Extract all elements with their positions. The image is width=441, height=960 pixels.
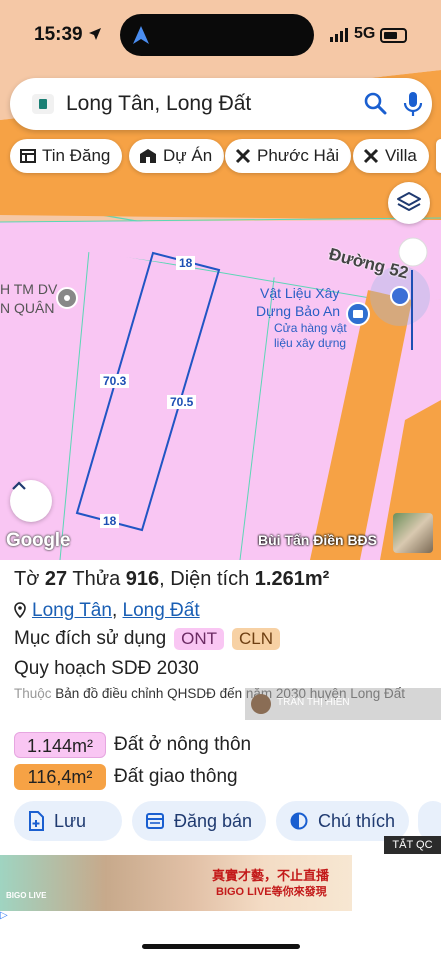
chip-du-an[interactable]: Dự Án [129,139,225,173]
chevron-up-icon [12,481,26,490]
chip-label: Tin Đăng [42,146,111,165]
list-icon [20,149,36,163]
poi-sub-2: liệu xây dựng [274,336,347,350]
legend-button[interactable]: Chú thích [276,801,409,841]
chip-tin-dang[interactable]: Tin Đăng [10,139,123,173]
search-query[interactable]: Long Tân, Long Đất [66,92,251,116]
status-time: 15:39 [34,24,102,46]
plan-title: Quy hoạch SDĐ 2030 [14,658,199,679]
ad-banner[interactable]: 真實才藝，不止直播 BIGO LIVE等你來發現 BIGO LIVE [0,855,352,911]
streamer-overlay: TRẦN THỊ HIÊN [245,688,441,720]
layers-button[interactable] [388,182,430,224]
cross-tools-icon [363,148,379,164]
microphone-icon[interactable] [402,90,424,118]
layers-icon [397,192,421,211]
dim-right-label: 70.5 [167,395,197,409]
district-link[interactable]: Long Đất [123,600,200,621]
parcel-info-panel: Tờ 27 Thửa 916, Diện tích 1.261m² Long T… [0,560,441,960]
poi-sub-1: Cửa hàng vật [274,321,347,335]
tag-ont: ONT [174,628,225,650]
contrast-icon [290,812,308,830]
location-pin-icon [14,602,26,624]
post-sell-button[interactable]: Đăng bán [132,801,266,841]
poi-left-label-1: H TM DV [0,281,58,297]
area-value-road: 116,4m² [14,764,106,790]
parcel-title: Tờ 27 Thửa 916, Diện tích 1.261m² [14,568,330,590]
area-row-road: 116,4m² Đất giao thông [14,764,238,790]
cross-tools-icon [235,148,251,164]
chip-villa[interactable]: Villa [353,139,429,173]
expand-panel-button[interactable] [10,480,52,522]
chip-phuoc-hai[interactable]: Phước Hải [225,139,352,173]
chip-label: Phước Hải [257,146,340,165]
navigation-icon [133,26,149,44]
ward-link[interactable]: Long Tân [32,600,112,621]
poi-name-1[interactable]: Vật Liệu Xây [260,285,339,301]
search-icon[interactable] [362,90,388,116]
add-file-icon [28,811,44,831]
dim-bottom-label: 18 [100,514,120,528]
location-arrow-icon [88,28,101,40]
search-bar[interactable]: Long Tân, Long Đất [10,78,432,130]
watermark-text: Bùi Tấn Điền BĐS [258,532,378,548]
land-use-purpose: Mục đích sử dụng ONT CLN [14,628,281,650]
parcel-location: Long Tân, Long Đất [14,600,200,624]
close-ad-button[interactable]: TẮT QC [384,836,441,854]
chip-more[interactable] [436,139,441,173]
home-indicator[interactable] [142,944,300,949]
save-button[interactable]: Lưu [14,801,122,841]
listing-icon [146,813,164,829]
building-icon [139,148,157,164]
watermark-avatar [393,513,433,553]
area-row-ont: 1.144m² Đất ở nông thôn [14,732,251,758]
avatar [251,694,271,714]
google-logo: Google [6,530,71,551]
battery-icon [380,28,407,43]
dim-left-label: 70.3 [100,374,130,388]
chip-label: Dự Án [163,146,213,165]
adchoices-icon[interactable]: ▷ [0,910,8,921]
more-actions-button[interactable] [418,801,441,841]
area-value-ont: 1.144m² [14,732,106,758]
chip-label: Villa [385,146,417,165]
dim-top-label: 18 [176,256,196,270]
poi-name-2[interactable]: Dựng Bảo An [256,303,340,319]
dynamic-island [120,14,314,56]
app-logo-icon [32,94,54,114]
network-type: 5G [354,25,376,42]
tag-cln: CLN [232,628,281,650]
signal-icon [330,28,348,42]
poi-left-label-2: N QUÂN [0,300,55,316]
status-bar: 15:39 5G [0,0,441,70]
